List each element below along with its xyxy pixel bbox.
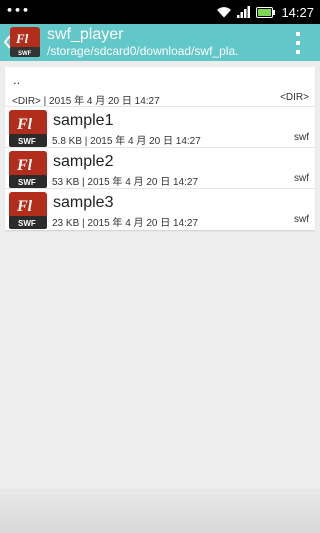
file-icon-label: Fl <box>16 198 33 215</box>
overflow-dot <box>296 50 300 54</box>
parent-directory-meta: <DIR> | 2015 年 4 月 20 日 14:27 <box>12 96 160 107</box>
flash-app-icon[interactable]: Fl SWF <box>10 27 40 57</box>
file-name: sample2 <box>53 153 114 170</box>
file-type: swf <box>294 132 309 143</box>
current-path: /storage/sdcard0/download/swf_pla. <box>47 44 239 58</box>
parent-directory-row[interactable]: .. <DIR> | 2015 年 4 月 20 日 14:27 <DIR> <box>5 67 315 107</box>
file-icon-label: Fl <box>16 157 33 174</box>
file-type: swf <box>294 173 309 184</box>
file-meta: 5.8 KB | 2015 年 4 月 20 日 14:27 <box>52 136 201 147</box>
overflow-dot <box>296 32 300 36</box>
overflow-menu-icon[interactable] <box>294 32 302 54</box>
file-meta: 53 KB | 2015 年 4 月 20 日 14:27 <box>52 177 199 188</box>
status-time: 14:27 <box>281 4 314 20</box>
file-name: sample1 <box>53 112 114 129</box>
notification-dots: ••• <box>6 4 31 17</box>
flash-swf-file-icon: Fl SWF <box>9 110 47 147</box>
app-icon-sublabel: SWF <box>18 51 32 57</box>
flash-swf-file-icon: Fl SWF <box>9 192 47 229</box>
file-icon-sublabel: SWF <box>18 137 36 146</box>
bottom-bar <box>0 489 320 533</box>
file-list: .. <DIR> | 2015 年 4 月 20 日 14:27 <DIR> F… <box>5 67 315 230</box>
parent-directory-name: .. <box>13 72 21 87</box>
action-bar: Fl SWF swf_player /storage/sdcard0/downl… <box>0 24 320 61</box>
status-bar: ••• 14:27 <box>0 0 320 24</box>
file-row[interactable]: Fl SWF sample1 5.8 KB | 2015 年 4 月 20 日 … <box>5 107 315 148</box>
status-icons: 14:27 <box>216 0 314 24</box>
overflow-dot <box>296 41 300 45</box>
file-type: swf <box>294 214 309 225</box>
file-row[interactable]: Fl SWF sample3 23 KB | 2015 年 4 月 20 日 1… <box>5 189 315 230</box>
page-title: swf_player <box>47 26 124 43</box>
file-row[interactable]: Fl SWF sample2 53 KB | 2015 年 4 月 20 日 1… <box>5 148 315 189</box>
file-icon-sublabel: SWF <box>18 219 36 228</box>
file-icon-label: Fl <box>16 116 33 133</box>
app-icon-label: Fl <box>15 31 29 46</box>
flash-swf-file-icon: Fl SWF <box>9 151 47 188</box>
file-icon-sublabel: SWF <box>18 178 36 187</box>
parent-directory-type: <DIR> <box>280 92 309 103</box>
wifi-icon <box>217 7 232 18</box>
file-name: sample3 <box>53 194 114 211</box>
signal-icon <box>237 6 251 18</box>
file-meta: 23 KB | 2015 年 4 月 20 日 14:27 <box>52 218 199 229</box>
battery-icon <box>256 6 276 18</box>
